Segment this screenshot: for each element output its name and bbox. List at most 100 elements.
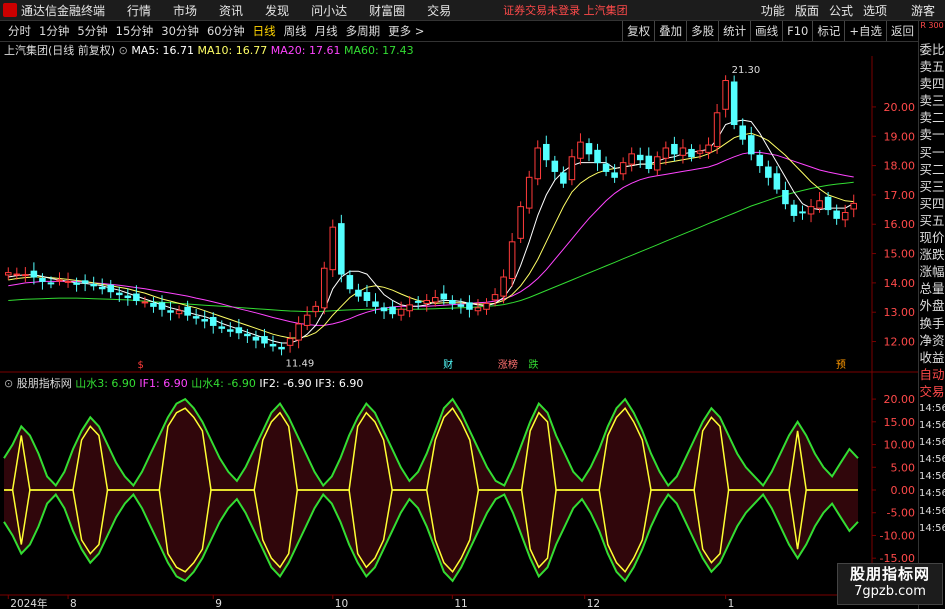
candle-body xyxy=(73,282,80,285)
candle-body xyxy=(81,280,89,284)
watermark: 股朋指标网 7gpzb.com xyxy=(837,563,943,605)
sidebar-item[interactable]: 委比 xyxy=(919,41,945,58)
price-tick-label: 14.00 xyxy=(884,277,916,290)
sidebar-item[interactable]: 买二 xyxy=(919,161,945,178)
candle-body xyxy=(167,310,174,313)
candle-body xyxy=(619,162,627,175)
candle-body xyxy=(807,206,815,215)
sidebar-item[interactable]: 卖二 xyxy=(919,109,945,126)
indicator-tick-label: -5.00 xyxy=(887,507,915,520)
candle-body xyxy=(4,272,12,276)
event-marker: 涨榜 xyxy=(498,358,518,371)
candle-body xyxy=(312,305,319,313)
candle-body xyxy=(850,202,858,210)
candle-body xyxy=(184,306,191,316)
event-markers: $ 财 涨榜跌 预 xyxy=(137,358,845,371)
candle-body xyxy=(662,147,670,159)
candle-body xyxy=(141,301,149,304)
sidebar-item[interactable]: 卖一 xyxy=(919,126,945,143)
candle-body xyxy=(64,280,72,283)
candle-body xyxy=(13,273,21,276)
kline-chart[interactable]: 20.0019.0018.0017.0016.0015.0014.0013.00… xyxy=(0,0,918,609)
sidebar-item[interactable]: 现价 xyxy=(919,229,945,246)
candle-body xyxy=(799,211,806,214)
price-tick-label: 12.00 xyxy=(884,336,916,349)
indicator-tick-label: -10.00 xyxy=(880,529,915,542)
sidebar-item[interactable]: 卖三 xyxy=(919,92,945,109)
sidebar-item[interactable]: 14:56 xyxy=(919,485,945,502)
sidebar-item[interactable]: 买五 xyxy=(919,212,945,229)
sidebar-item[interactable]: 14:56 xyxy=(919,417,945,434)
event-marker: $ xyxy=(137,360,143,371)
time-tick-label: 8 xyxy=(70,598,77,609)
sidebar-item[interactable]: 交易 xyxy=(919,383,945,400)
candle-body xyxy=(56,279,63,282)
candle-body xyxy=(636,154,644,161)
candle-body xyxy=(218,326,226,329)
price-tick-label: 18.00 xyxy=(884,160,916,173)
candle-body xyxy=(654,156,661,171)
sidebar-item[interactable]: 净资 xyxy=(919,332,945,349)
candle-body xyxy=(782,190,789,205)
sidebar-item[interactable]: 买四 xyxy=(919,195,945,212)
candle-body xyxy=(790,204,798,216)
sidebar-item[interactable]: 换手 xyxy=(919,315,945,332)
candle-body xyxy=(90,283,97,287)
candle-body xyxy=(269,343,277,347)
candle-body xyxy=(508,241,516,279)
sidebar-item[interactable]: 卖五 xyxy=(919,58,945,75)
candle-body xyxy=(414,300,422,303)
candle-body xyxy=(286,338,294,346)
candle-body xyxy=(551,160,559,172)
time-tick-label: 12 xyxy=(587,598,600,609)
candle-body xyxy=(645,155,653,170)
sidebar-item[interactable]: 收益 xyxy=(919,349,945,366)
sidebar-item[interactable]: 14:56 xyxy=(919,468,945,485)
price-tick-label: 19.00 xyxy=(884,130,916,143)
sidebar-item[interactable]: 14:56 xyxy=(919,434,945,451)
candle-body xyxy=(209,316,217,326)
sidebar-item[interactable]: 自动 xyxy=(919,366,945,383)
candle-body xyxy=(696,150,704,154)
candle-body xyxy=(227,329,234,332)
price-axis: 20.00 19.00 18.00 17.00 16.00 15.00 14.00 13.00… xyxy=(872,101,915,349)
price-tick-label: 16.00 xyxy=(884,218,916,231)
sidebar-item[interactable]: 涨跌 xyxy=(919,246,945,263)
sidebar-item[interactable]: 14:56 xyxy=(919,400,945,417)
candle-body xyxy=(30,270,38,278)
sidebar-item[interactable]: 14:56 xyxy=(919,503,945,520)
candle-body xyxy=(124,295,132,299)
candle-body xyxy=(679,147,687,156)
candle-body xyxy=(474,307,482,312)
sidebar-item[interactable]: 14:56 xyxy=(919,520,945,537)
candle-body xyxy=(389,306,396,315)
watermark-line2: 7gpzb.com xyxy=(854,584,926,599)
event-marker: 财 xyxy=(443,358,453,371)
price-tick-label: 20.00 xyxy=(884,101,916,114)
sidebar-item[interactable]: 外盘 xyxy=(919,297,945,314)
candle-body xyxy=(380,307,388,312)
candle-body xyxy=(406,304,413,312)
candle-body xyxy=(235,327,243,334)
candle-body xyxy=(150,302,157,307)
candle-body xyxy=(773,173,781,190)
sidebar-item[interactable]: 总量 xyxy=(919,280,945,297)
sidebar-item[interactable]: 涨幅 xyxy=(919,263,945,280)
candle-body xyxy=(517,206,524,239)
candle-body xyxy=(500,276,507,297)
sidebar-item[interactable]: 买三 xyxy=(919,178,945,195)
candle-body xyxy=(577,141,584,159)
watermark-line1: 股朋指标网 xyxy=(849,565,930,583)
candle-body xyxy=(440,293,448,300)
candle-body xyxy=(355,289,362,297)
candle-body xyxy=(346,275,354,290)
sidebar-item[interactable]: 买一 xyxy=(919,144,945,161)
candle-body xyxy=(397,308,405,316)
quote-sidebar: R 300 委比 卖五 卖四 卖三 卖二 卖一 买一 买二 买三 买四 买五 现价 涨跌 涨幅 总量 外盘 换手… xyxy=(918,21,945,609)
candle-body xyxy=(824,196,832,211)
sidebar-item[interactable]: 14:56 xyxy=(919,451,945,468)
candle-body xyxy=(158,302,166,310)
sidebar-item[interactable]: 卖四 xyxy=(919,75,945,92)
indicator-axis: 20.0015.0010.005.000.00-5.00-10.00-15.00 xyxy=(872,393,915,565)
indicator-tick-label: 0.00 xyxy=(891,484,916,497)
